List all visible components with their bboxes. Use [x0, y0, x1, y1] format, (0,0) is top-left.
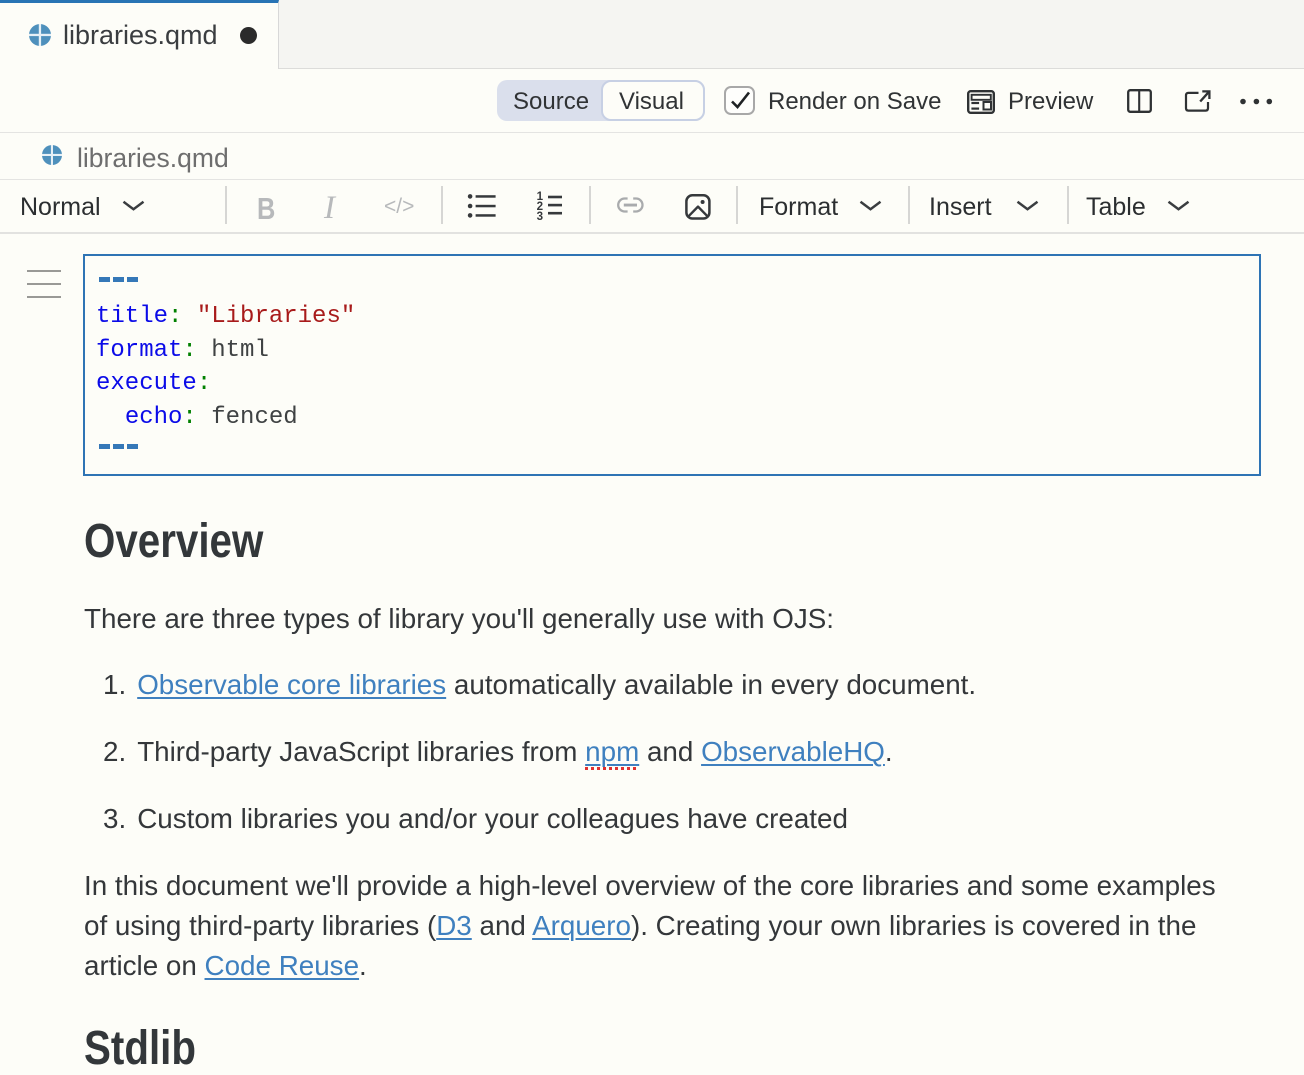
svg-text:3: 3	[537, 210, 544, 222]
